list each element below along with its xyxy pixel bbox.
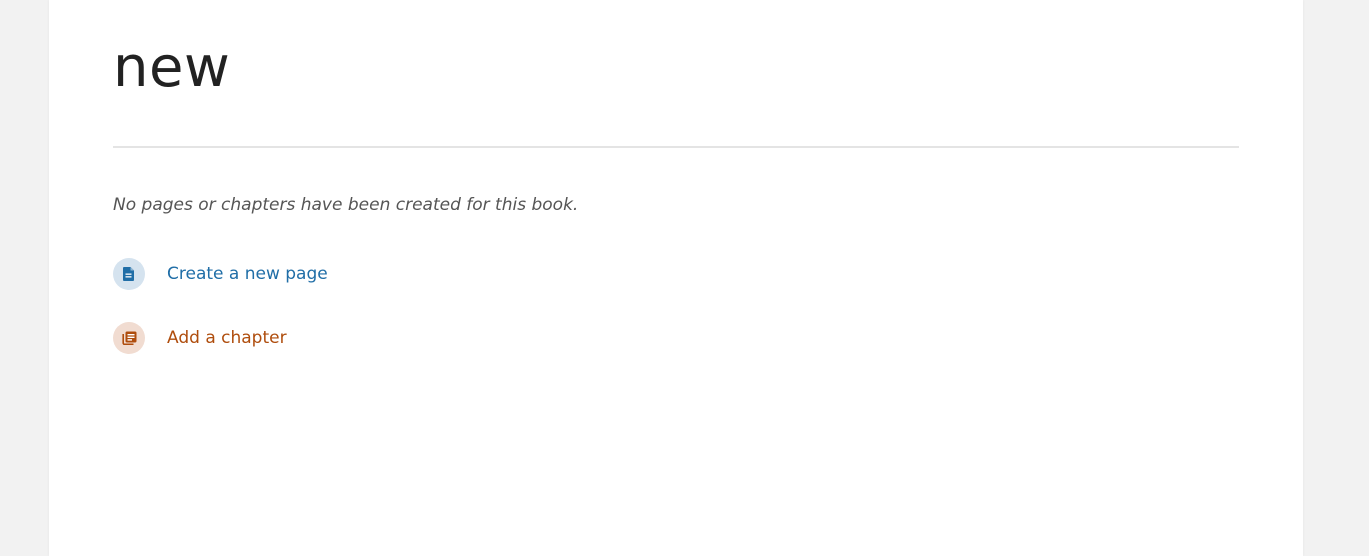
title-divider (113, 146, 1239, 148)
chapter-icon (113, 322, 145, 354)
create-new-page-link[interactable]: Create a new page (113, 258, 328, 290)
book-title: new (113, 35, 231, 100)
add-chapter-link[interactable]: Add a chapter (113, 322, 287, 354)
book-content-card: new No pages or chapters have been creat… (49, 0, 1303, 556)
empty-book-message: No pages or chapters have been created f… (113, 195, 579, 215)
create-new-page-label: Create a new page (167, 264, 328, 284)
page-icon (113, 258, 145, 290)
add-chapter-label: Add a chapter (167, 328, 287, 348)
